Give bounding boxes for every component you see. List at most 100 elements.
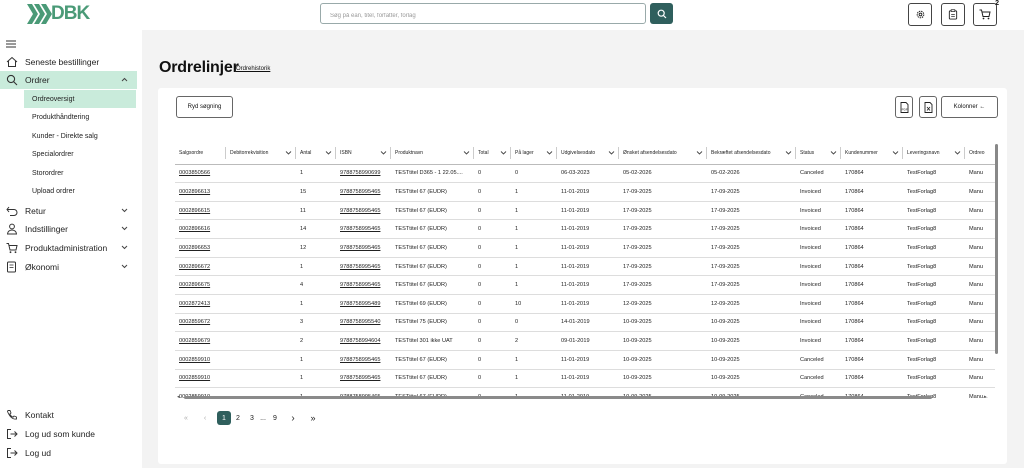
table-row[interactable]: 0002859672 3 9788758995540 TESTtitel 75 (EU… bbox=[175, 313, 995, 333]
chevron-down-icon[interactable] bbox=[696, 151, 703, 155]
column-header-confirmed-ship-date[interactable]: Bekræftet afsendelsesdato bbox=[707, 142, 796, 165]
table-cell[interactable]: 0002896616 bbox=[175, 219, 226, 240]
chevron-down-icon[interactable] bbox=[380, 151, 387, 155]
table-row[interactable]: 0003850566 1 9788758990699 TESTtitel D365 -… bbox=[175, 164, 995, 184]
table-cell[interactable]: 0002896613 bbox=[175, 182, 226, 202]
chevron-down-icon[interactable] bbox=[892, 151, 899, 155]
table-cell[interactable]: 9788758995465 bbox=[336, 219, 391, 240]
column-header-release-date[interactable]: Udgivelsesdato bbox=[557, 142, 619, 165]
table-row[interactable]: 000285991019788758995465TESTtitel 67 (EU… bbox=[175, 369, 995, 389]
table-cell[interactable]: 0002872413 bbox=[175, 294, 226, 314]
search-input[interactable] bbox=[321, 6, 645, 26]
chevron-down-icon[interactable] bbox=[325, 151, 332, 155]
sidebar-subitem-product-handling[interactable]: Produkthåndtering bbox=[24, 108, 136, 126]
table-row[interactable]: 0002896616 14 9788758995465 TESTtitel 67 (E… bbox=[175, 219, 995, 240]
vertical-scrollbar[interactable] bbox=[995, 144, 998, 354]
table-row[interactable]: 0002896613 15 9788758995465 TESTtitel 67 (E… bbox=[175, 182, 995, 202]
table-cell[interactable]: 9788758995465 bbox=[336, 182, 391, 202]
table-cell[interactable]: 0002896615 bbox=[175, 201, 226, 221]
column-header-quantity[interactable]: Antal bbox=[296, 142, 336, 165]
table-cell[interactable]: 9788758995465 bbox=[336, 369, 391, 389]
table-cell[interactable]: 9788758995465 bbox=[336, 201, 391, 221]
column-header-total[interactable]: Total bbox=[474, 142, 511, 165]
sidebar-item-logout-as-customer[interactable]: Log ud som kunde bbox=[0, 425, 137, 443]
sidebar-subitem-upload-orders[interactable]: Upload ordrer bbox=[24, 182, 136, 200]
first-page-button[interactable]: « bbox=[180, 411, 192, 425]
order-history-link[interactable]: Ordrehistorik bbox=[236, 66, 270, 72]
column-header-isbn[interactable]: ISBN bbox=[336, 142, 391, 165]
chevron-down-icon[interactable] bbox=[500, 151, 507, 155]
dbk-logo[interactable]: DBK bbox=[27, 3, 99, 24]
table-cell[interactable]: 0003850566 bbox=[175, 164, 226, 184]
chevron-down-icon[interactable] bbox=[608, 151, 615, 155]
table-row[interactable]: 0002896653 12 9788758995465 TESTtitel 67 (E… bbox=[175, 238, 995, 258]
column-header-in-stock[interactable]: På lager bbox=[511, 142, 557, 165]
column-header-delivery-name[interactable]: Leveringsnavn bbox=[903, 142, 965, 165]
column-header-order-origin[interactable]: Ordreo bbox=[965, 142, 995, 165]
sidebar-item-economy[interactable]: Økonomi bbox=[0, 258, 137, 276]
table-cell[interactable]: 0002859672 bbox=[175, 313, 226, 333]
column-header-sales-order[interactable]: Salgsordre bbox=[175, 142, 226, 165]
table-cell[interactable]: 9788758995465 bbox=[336, 275, 391, 295]
sidebar-item-orders[interactable]: Ordrer bbox=[0, 71, 137, 89]
export-pdf-button[interactable]: PDF bbox=[895, 96, 913, 118]
sidebar-item-settings[interactable]: Indstillinger bbox=[0, 220, 137, 238]
sidebar-item-recent-orders[interactable]: Seneste bestillinger bbox=[0, 53, 137, 71]
chevron-down-icon[interactable] bbox=[285, 151, 292, 155]
clipboard-button[interactable] bbox=[941, 3, 965, 26]
table-cell[interactable]: 9788758994604 bbox=[336, 331, 391, 351]
sidebar-item-logout[interactable]: Log ud bbox=[0, 444, 137, 462]
table-cell[interactable]: 9788758995540 bbox=[336, 313, 391, 333]
chevron-down-icon[interactable] bbox=[830, 151, 837, 155]
sidebar-item-returns[interactable]: Retur bbox=[0, 202, 137, 220]
column-header-status[interactable]: Status bbox=[796, 142, 841, 165]
table-cell[interactable]: 0002896653 bbox=[175, 238, 226, 258]
table-cell[interactable]: 9788758995489 bbox=[336, 294, 391, 314]
last-page-button[interactable]: » bbox=[307, 411, 319, 425]
table-cell[interactable]: 9788758995465 bbox=[336, 350, 391, 370]
table-cell[interactable]: 9788758995465 bbox=[336, 238, 391, 258]
table-row[interactable]: 0002859679 2 9788758994604 TESTtitel 301 ik… bbox=[175, 331, 995, 351]
table-cell[interactable]: 0002896675 bbox=[175, 275, 226, 295]
prev-page-button[interactable]: ‹ bbox=[200, 411, 210, 425]
table-cell[interactable]: 0002859910 bbox=[175, 369, 226, 389]
table-row[interactable]: 0002872413 1 9788758995489 TESTtitel 69 (EU… bbox=[175, 294, 995, 314]
sidebar-subitem-direct-sales-customers[interactable]: Kunder - Direkte salg bbox=[24, 127, 136, 145]
table-cell[interactable]: 0002896672 bbox=[175, 257, 226, 277]
horizontal-scrollbar[interactable] bbox=[184, 396, 932, 399]
sidebar-subitem-special-orders[interactable]: Specialordrer bbox=[24, 145, 136, 163]
page-button-1[interactable]: 1 bbox=[217, 411, 231, 425]
scroll-right-arrow-icon[interactable]: ▸ bbox=[984, 394, 987, 400]
table-row[interactable]: 0002896615 11 9788758995465 TESTtitel 67 (E… bbox=[175, 201, 995, 221]
cart-button[interactable]: 2 bbox=[973, 0, 999, 26]
table-cell[interactable]: 0002859679 bbox=[175, 331, 226, 351]
chevron-down-icon[interactable] bbox=[785, 151, 792, 155]
page-button-2[interactable]: 2 bbox=[233, 411, 243, 425]
search-button[interactable] bbox=[650, 3, 673, 24]
page-button-3[interactable]: 3 bbox=[247, 411, 257, 425]
table-cell[interactable]: 9788758990699 bbox=[336, 164, 391, 184]
scroll-left-arrow-icon[interactable]: ◂ bbox=[177, 394, 180, 400]
export-excel-button[interactable] bbox=[919, 96, 937, 118]
table-cell[interactable]: 0002859910 bbox=[175, 350, 226, 370]
column-header-debtor-requisition[interactable]: Debitorrekvisition bbox=[226, 142, 296, 165]
table-cell[interactable]: 9788758995465 bbox=[336, 257, 391, 277]
sidebar-item-contact[interactable]: Kontakt bbox=[0, 406, 137, 424]
settings-button[interactable] bbox=[908, 3, 932, 26]
table-row[interactable]: 0002896675 4 9788758995465 TESTtitel 67 (EU… bbox=[175, 275, 995, 295]
sidebar-subitem-large-orders[interactable]: Storordrer bbox=[24, 164, 136, 182]
sidebar-item-product-admin[interactable]: Produktadministration bbox=[0, 239, 137, 257]
table-row[interactable]: 0002896672 1 9788758995465 TESTtitel 67 (EU… bbox=[175, 257, 995, 277]
sidebar-subitem-order-overview[interactable]: Ordreoversigt bbox=[24, 90, 136, 108]
columns-button[interactable]: Kolonner ← bbox=[941, 96, 998, 118]
column-header-product-name[interactable]: Produktnavn bbox=[391, 142, 474, 165]
chevron-down-icon[interactable] bbox=[546, 151, 553, 155]
reset-search-button[interactable]: Ryd søgning bbox=[176, 96, 233, 118]
next-page-button[interactable]: › bbox=[288, 411, 298, 425]
column-header-requested-ship-date[interactable]: Ønsket afsendelsesdato bbox=[619, 142, 707, 165]
menu-toggle[interactable] bbox=[6, 35, 16, 53]
table-row[interactable]: 000285991019788758995465TESTtitel 67 (EU… bbox=[175, 350, 995, 370]
column-header-customer-number[interactable]: Kundenummer bbox=[841, 142, 903, 165]
chevron-down-icon[interactable] bbox=[954, 151, 961, 155]
page-button-last[interactable]: 9 bbox=[270, 411, 280, 425]
